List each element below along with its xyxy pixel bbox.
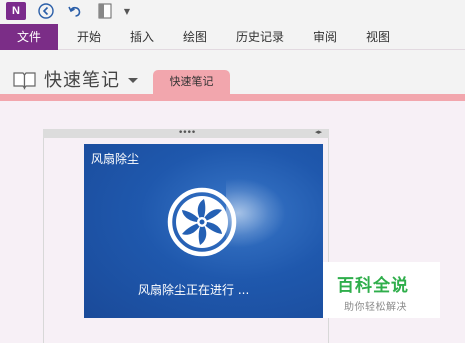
watermark-title: 百科全说: [337, 276, 409, 296]
back-icon[interactable]: [37, 2, 55, 20]
customize-toolbar-icon[interactable]: ▼: [121, 2, 133, 20]
notebook-icon[interactable]: [12, 70, 37, 90]
quick-access-toolbar: N ▼: [0, 0, 465, 24]
container-grip[interactable]: ••••: [178, 128, 196, 138]
notebook-dropdown-icon[interactable]: [126, 72, 140, 86]
tab-draw[interactable]: 绘图: [181, 24, 209, 50]
onenote-logo-icon: N: [6, 2, 26, 20]
tab-insert[interactable]: 插入: [128, 24, 156, 50]
dock-to-desktop-icon[interactable]: [96, 2, 114, 20]
tab-home[interactable]: 开始: [75, 24, 103, 50]
notebook-name[interactable]: 快速笔记: [44, 66, 120, 92]
fan-icon: [166, 186, 238, 258]
cleaning-status-text: 风扇除尘正在进行 ...: [138, 283, 250, 297]
section-stripe: [0, 94, 465, 101]
tab-view[interactable]: 视图: [364, 24, 392, 50]
ribbon-tabs: 文件 开始 插入 绘图 历史记录 审阅 视图: [0, 24, 465, 50]
tab-review[interactable]: 审阅: [311, 24, 339, 50]
container-resize-arrows[interactable]: ◂▸: [315, 128, 322, 136]
onenote-logo-text: N: [12, 5, 20, 17]
watermark-subtitle: 助你轻松解决: [344, 302, 407, 313]
screenshot-title: 风扇除尘: [91, 152, 140, 166]
tab-file[interactable]: 文件: [0, 24, 58, 50]
undo-icon[interactable]: [66, 2, 84, 20]
tab-history[interactable]: 历史记录: [234, 24, 286, 50]
section-tab-quick-notes[interactable]: 快速笔记: [153, 70, 230, 95]
